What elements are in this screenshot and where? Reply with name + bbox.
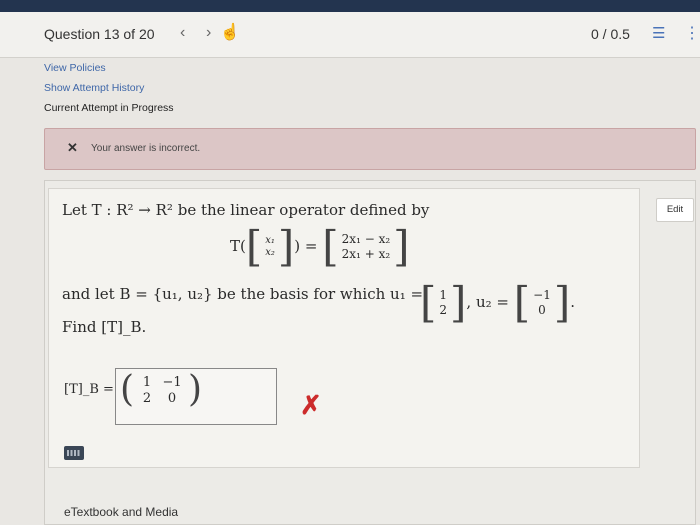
question-statement: Let T : R² → R² be the linear operator d…	[62, 201, 430, 219]
chevron-right-icon[interactable]: ›	[206, 24, 211, 42]
output-row-1: 2x₁ − x₂	[341, 232, 391, 246]
basis-vectors: [1 2], u₂ = [−1 0].	[420, 282, 575, 324]
answer-input[interactable]: ( 1 −1 2 0 )	[115, 368, 277, 425]
view-policies-link[interactable]: View Policies	[44, 62, 106, 74]
x-icon: ✕	[67, 140, 78, 155]
more-vertical-icon[interactable]: ⋮	[684, 23, 700, 43]
x2-entry: x₂	[265, 247, 275, 258]
u2-label: , u₂ =	[466, 293, 509, 311]
u1-vector: [1 2]	[420, 278, 467, 327]
period: .	[570, 293, 576, 311]
show-attempt-history-link[interactable]: Show Attempt History	[44, 82, 144, 94]
question-counter: Question 13 of 20	[44, 26, 155, 42]
incorrect-feedback-banner: ✕ Your answer is incorrect.	[44, 128, 696, 170]
edit-button[interactable]: Edit	[656, 198, 694, 222]
matrix-entry-21: 2	[142, 390, 152, 406]
etextbook-media-link[interactable]: eTextbook and Media	[64, 505, 178, 519]
matrix-entry-12: −1	[162, 374, 182, 390]
x1-entry: x₁	[265, 235, 275, 246]
u2-vector: [−1 0]	[513, 278, 571, 327]
answer-label: [T]_B =	[64, 382, 114, 397]
top-strip	[0, 0, 700, 12]
keyboard-icon[interactable]	[64, 446, 84, 460]
matrix-entry-22: 0	[167, 390, 177, 406]
red-x-icon: ✗	[300, 390, 322, 420]
chevron-left-icon[interactable]: ‹	[180, 24, 185, 42]
operator-definition: T([x₁ x₂]) = [2x₁ − x₂ 2x₁ + x₂]	[230, 226, 410, 268]
feedback-text: Your answer is incorrect.	[91, 143, 201, 154]
matrix-entry-11: 1	[142, 374, 152, 390]
u1-bottom: 2	[439, 303, 448, 317]
u2-top: −1	[533, 288, 551, 302]
u1-top: 1	[439, 288, 448, 302]
score: 0 / 0.5	[591, 26, 630, 42]
list-icon[interactable]: ☰	[652, 24, 665, 42]
hand-pointer-icon: ☝	[220, 24, 240, 41]
output-vector: [2x₁ − x₂ 2x₁ + x₂]	[322, 222, 410, 271]
input-vector: [x₁ x₂]	[245, 222, 295, 271]
question-header: Question 13 of 20 ‹ › ☝ 0 / 0.5 ☰ ⋮	[0, 12, 700, 58]
definition-mid: ) =	[294, 237, 318, 255]
find-prompt: Find [T]_B.	[62, 318, 147, 336]
u2-bottom: 0	[538, 303, 546, 317]
current-attempt-label: Current Attempt in Progress	[44, 102, 174, 114]
output-row-2: 2x₁ + x₂	[341, 247, 391, 261]
definition-lhs: T(	[230, 237, 246, 255]
answer-matrix: ( 1 −1 2 0 )	[120, 369, 203, 410]
basis-statement: and let B = {u₁, u₂} be the basis for wh…	[62, 285, 424, 303]
